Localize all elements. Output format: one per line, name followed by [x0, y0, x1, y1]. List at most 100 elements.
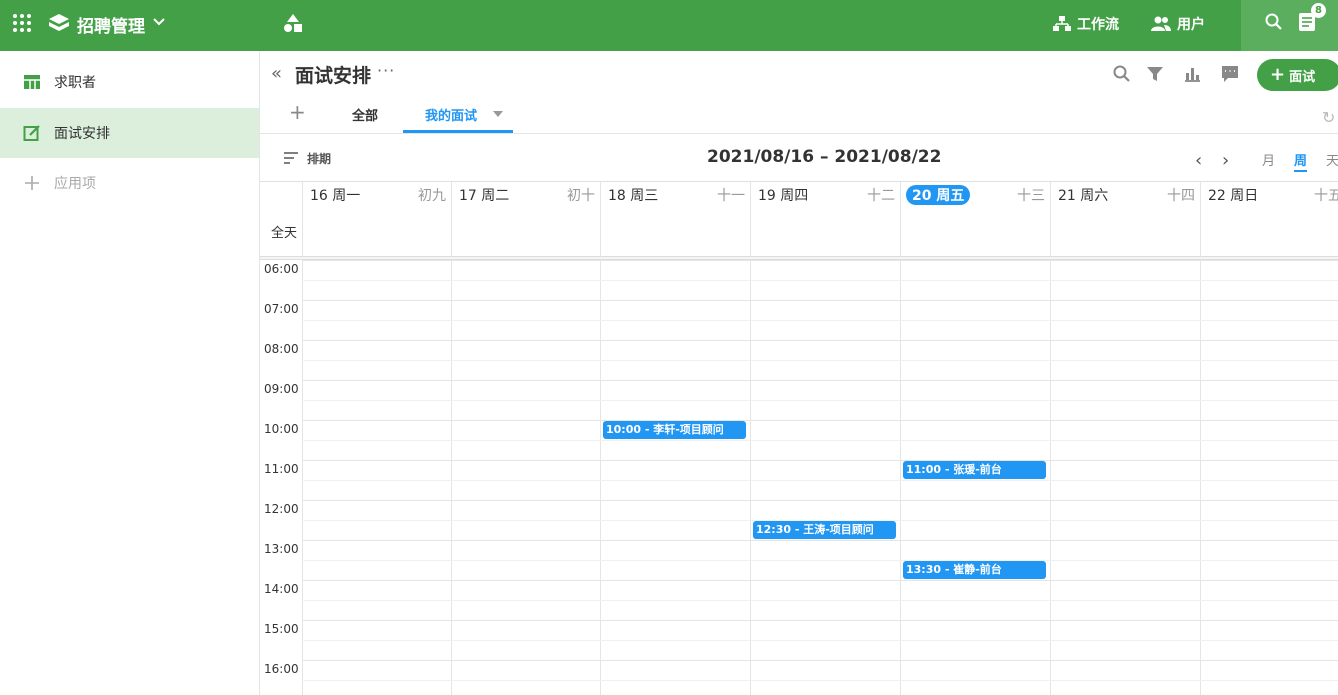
- day-column-line: [900, 260, 901, 695]
- hour-line: [302, 580, 1338, 581]
- lunar-date: 十二: [867, 188, 895, 204]
- hour-line: [302, 540, 1338, 541]
- hour-line: [302, 300, 1338, 301]
- time-grid[interactable]: 06:00 07:00 08:00 09:00 10:00 11:00 12:00 13:00…: [260, 260, 1338, 695]
- app-title[interactable]: 招聘管理: [77, 12, 145, 37]
- table-icon: [24, 75, 40, 89]
- sort-icon[interactable]: [284, 152, 298, 164]
- half-hour-line: [302, 560, 1338, 561]
- sidebar-add-app[interactable]: 应用项: [0, 158, 259, 208]
- hour-line: [302, 420, 1338, 421]
- sort-label[interactable]: 排期: [307, 150, 331, 167]
- search-icon[interactable]: [1112, 64, 1132, 84]
- comment-icon[interactable]: [1220, 64, 1240, 84]
- workflow-icon: [1053, 16, 1071, 31]
- add-interview-button[interactable]: + 面试: [1257, 59, 1338, 91]
- time-label: 06:00: [264, 262, 299, 276]
- day-column-line: [600, 260, 601, 695]
- day-column-line: [1200, 260, 1201, 695]
- lunar-date: 十四: [1167, 188, 1195, 204]
- chart-icon[interactable]: [1182, 64, 1202, 84]
- day-name: 17 周二: [459, 188, 510, 204]
- calendar-event[interactable]: 12:30 - 王涛-项目顾问: [753, 521, 896, 539]
- allday-label: 全天: [271, 226, 298, 241]
- hour-line: [302, 660, 1338, 661]
- search-icon[interactable]: [1265, 13, 1283, 31]
- collapse-sidebar-icon[interactable]: «: [271, 63, 282, 84]
- half-hour-line: [302, 320, 1338, 321]
- calendar-event[interactable]: 10:00 - 李轩-项目顾问: [603, 421, 746, 439]
- app-logo-icon: [49, 14, 69, 31]
- time-label: 07:00: [264, 302, 299, 316]
- hour-line: [302, 340, 1338, 341]
- sidebar-item-candidates[interactable]: 求职者: [0, 57, 259, 107]
- shapes-icon[interactable]: [283, 13, 303, 33]
- date-range: 2021/08/16 – 2021/08/22: [707, 147, 942, 167]
- lunar-date: 初十: [567, 188, 595, 204]
- notification-badge: 8: [1311, 3, 1326, 18]
- refresh-icon[interactable]: ↻: [1322, 108, 1335, 127]
- next-week-icon[interactable]: ›: [1222, 150, 1229, 171]
- caret-down-icon[interactable]: [493, 111, 503, 117]
- half-hour-line: [302, 280, 1338, 281]
- sidebar: 求职者 面试安排 应用项: [0, 51, 260, 695]
- day-header[interactable]: 17 周二 初十: [451, 182, 600, 256]
- more-options-icon[interactable]: ···: [377, 61, 395, 80]
- sidebar-item-label: 求职者: [54, 75, 96, 91]
- workflow-nav[interactable]: 工作流: [1053, 14, 1119, 34]
- edit-icon: [23, 125, 40, 141]
- day-name: 16 周一: [310, 188, 361, 204]
- time-label: 15:00: [264, 622, 299, 636]
- time-label: 16:00: [264, 662, 299, 676]
- day-header[interactable]: 18 周三 十一: [600, 182, 750, 256]
- lunar-date: 十五: [1314, 188, 1338, 204]
- view-month[interactable]: 月: [1262, 150, 1275, 169]
- half-hour-line: [302, 480, 1338, 481]
- hour-line: [302, 620, 1338, 621]
- sidebar-item-label: 应用项: [54, 176, 96, 192]
- plus-icon: +: [1270, 64, 1286, 85]
- chevron-down-icon[interactable]: [152, 15, 166, 29]
- day-header[interactable]: 22 周日 十五: [1200, 182, 1338, 256]
- week-calendar: 全天 16 周一 初九 17 周二 初十 18 周三 十一 19 周四 十二 20 周五 十三 21…: [260, 182, 1338, 695]
- half-hour-line: [302, 680, 1338, 681]
- time-label: 09:00: [264, 382, 299, 396]
- day-header[interactable]: 19 周四 十二: [750, 182, 900, 256]
- plus-icon: [25, 176, 39, 190]
- day-column-line: [451, 260, 452, 695]
- calendar-event[interactable]: 11:00 - 张瑗-前台: [903, 461, 1046, 479]
- today-date-label: 20 周五: [906, 185, 971, 205]
- main-content: « 面试安排 ··· + 面试 + 全部 我的面试 ↻ 排期 2021/08/1…: [260, 51, 1338, 695]
- lunar-date: 十三: [1017, 188, 1045, 204]
- add-view-icon[interactable]: +: [289, 100, 306, 124]
- day-header[interactable]: 20 周五 十三: [900, 182, 1050, 256]
- time-label: 12:00: [264, 502, 299, 516]
- half-hour-line: [302, 440, 1338, 441]
- tab-my-interviews[interactable]: 我的面试: [425, 105, 477, 124]
- time-label: 10:00: [264, 422, 299, 436]
- calendar-event[interactable]: 13:30 - 崔静-前台: [903, 561, 1046, 579]
- tab-all[interactable]: 全部: [352, 105, 378, 124]
- day-name: 22 周日: [1208, 188, 1259, 204]
- filter-icon[interactable]: [1145, 64, 1165, 84]
- view-day[interactable]: 天: [1326, 150, 1338, 169]
- view-tabs: + 全部 我的面试 ↻: [260, 96, 1338, 134]
- day-column-line: [302, 260, 303, 695]
- day-column-line: [1050, 260, 1051, 695]
- day-header[interactable]: 16 周一 初九: [302, 182, 451, 256]
- active-view-indicator: [1294, 170, 1307, 172]
- calendar-toolbar: 排期 2021/08/16 – 2021/08/22 ‹ › 月 周 天: [260, 135, 1338, 182]
- view-week[interactable]: 周: [1294, 150, 1307, 169]
- active-tab-indicator: [403, 130, 513, 133]
- day-header[interactable]: 21 周六 十四: [1050, 182, 1200, 256]
- half-hour-line: [302, 400, 1338, 401]
- day-name: 19 周四: [758, 188, 809, 204]
- time-label: 13:00: [264, 542, 299, 556]
- day-name: 21 周六: [1058, 188, 1109, 204]
- apps-grid-icon[interactable]: [13, 14, 31, 32]
- sidebar-item-interviews[interactable]: 面试安排: [0, 108, 259, 158]
- hour-line: [302, 260, 1338, 261]
- prev-week-icon[interactable]: ‹: [1195, 150, 1202, 171]
- users-label: 用户: [1177, 17, 1205, 33]
- users-nav[interactable]: 用户: [1151, 14, 1205, 34]
